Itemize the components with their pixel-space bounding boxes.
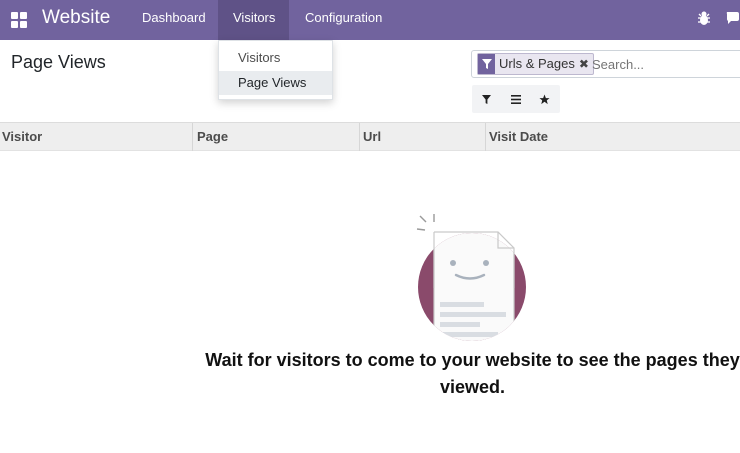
column-header-page[interactable]: Page [192, 123, 359, 151]
list-icon [510, 94, 521, 104]
app-brand[interactable]: Website [42, 7, 110, 29]
search-facet: Urls & Pages ✖ [477, 53, 594, 75]
menu-visitors[interactable]: Visitors [218, 0, 289, 40]
group-by-button[interactable] [501, 85, 530, 113]
dropdown-item-page-views[interactable]: Page Views [219, 71, 332, 95]
top-navbar: Website Dashboard Visitors Configuration [0, 0, 740, 40]
visitors-dropdown-menu: Visitors Page Views [218, 40, 333, 100]
favorites-button[interactable] [530, 85, 559, 113]
column-header-visitor[interactable]: Visitor [0, 123, 192, 151]
filter-icon [482, 94, 491, 104]
column-header-visit-date[interactable]: Visit Date [485, 123, 740, 151]
search-box: Urls & Pages ✖ [471, 50, 740, 78]
chat-icon[interactable] [726, 10, 740, 29]
bug-icon[interactable] [697, 10, 711, 29]
filter-icon [478, 54, 495, 74]
dropdown-item-visitors[interactable]: Visitors [219, 46, 332, 70]
page-title: Page Views [11, 52, 106, 72]
facet-close-icon[interactable]: ✖ [579, 54, 593, 74]
search-input[interactable] [592, 55, 740, 74]
table-header: Visitor Page Url Visit Date [0, 122, 740, 151]
filters-button[interactable] [472, 85, 501, 113]
apps-grid-icon[interactable] [11, 12, 27, 28]
menu-dashboard[interactable]: Dashboard [130, 0, 216, 40]
empty-state-illustration [416, 212, 531, 347]
column-header-url[interactable]: Url [359, 123, 485, 151]
empty-state-message: Wait for visitors to come to your websit… [205, 350, 740, 397]
star-icon [539, 93, 550, 104]
facet-label: Urls & Pages [499, 56, 575, 71]
menu-configuration[interactable]: Configuration [294, 0, 394, 40]
search-options-toolbar [472, 85, 560, 113]
